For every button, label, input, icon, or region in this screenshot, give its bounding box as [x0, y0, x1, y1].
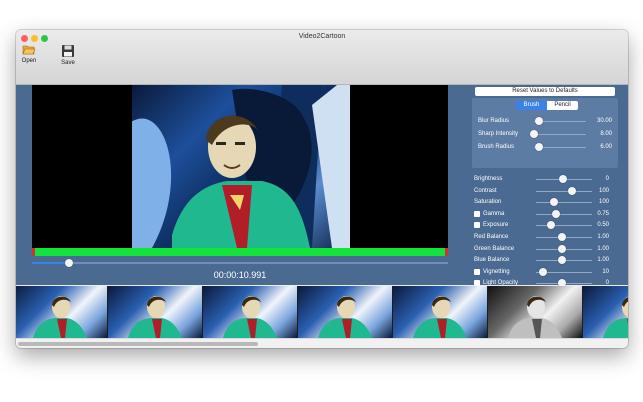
adjustment-checkbox[interactable] [474, 268, 480, 275]
setting-value: 6.00 [600, 144, 612, 150]
brush-settings-box: Brush Pencil Blur Radius 30.00 Sharp Inten… [472, 98, 618, 168]
adjustment-row: Vignetting 10 [474, 267, 624, 278]
open-button[interactable]: Open [16, 44, 42, 64]
adjustment-slider-knob[interactable] [552, 209, 561, 218]
brush-mode-segmented-control: Brush Pencil [516, 101, 578, 110]
editor-area: 00:00:10.991 Reset Values to Defaults Br… [16, 85, 628, 288]
open-label: Open [21, 58, 37, 64]
adjustment-label: Blue Balance [474, 257, 510, 264]
adjustment-label: Green Balance [474, 245, 515, 252]
brush-setting-row: Sharp Intensity 8.00 [478, 129, 614, 140]
progress-bar [32, 248, 448, 256]
frame-thumbnail-image [223, 296, 277, 338]
adjustment-value: 100 [598, 199, 609, 206]
filmstrip[interactable] [16, 286, 628, 338]
frame-thumbnail-image [508, 296, 562, 338]
setting-value: 8.00 [600, 131, 612, 137]
playback-slider[interactable] [32, 259, 448, 267]
adjustment-slider-knob[interactable] [568, 186, 577, 195]
adjustment-value: 10 [602, 268, 609, 275]
adjustment-slider-knob[interactable] [546, 221, 555, 230]
filmstrip-frame[interactable] [298, 286, 392, 338]
playback-slider-fill [32, 262, 70, 264]
adjustment-value: 1.00 [597, 257, 609, 264]
settings-panel: Reset Values to Defaults Brush Pencil Bl… [468, 85, 628, 288]
brush-setting-row: Brush Radius 6.00 [478, 142, 614, 153]
folder-icon [22, 45, 36, 55]
app-window: Video2Cartoon Open Save 00:00:10.991 Res… [16, 30, 628, 348]
title-bar: Video2Cartoon Open Save [16, 30, 628, 85]
frame-thumbnail-image [603, 296, 628, 338]
filmstrip-frame[interactable] [393, 286, 487, 338]
video-preview [32, 85, 448, 248]
filmstrip-frame[interactable] [203, 286, 297, 338]
frame-thumbnail-image [128, 296, 182, 338]
playback-slider-knob[interactable] [65, 259, 74, 267]
setting-label: Brush Radius [478, 144, 515, 150]
tab-pencil[interactable]: Pencil [547, 101, 578, 110]
window-title: Video2Cartoon [298, 33, 346, 40]
setting-slider-knob[interactable] [530, 130, 538, 138]
filmstrip-scrollbar[interactable] [16, 338, 628, 348]
adjustment-value: 1.00 [597, 234, 609, 240]
filmstrip-frame[interactable] [488, 286, 582, 338]
adjustment-label: Brightness [474, 176, 503, 182]
timecode: 00:00:10.991 [213, 270, 267, 280]
adjustment-row: Exposure 0.50 [474, 220, 624, 231]
setting-slider-knob[interactable] [535, 117, 544, 125]
adjustment-checkbox[interactable] [474, 222, 480, 229]
adjustment-slider[interactable] [536, 213, 592, 215]
adjustment-checkbox[interactable] [474, 210, 480, 217]
filmstrip-frame[interactable] [583, 286, 628, 338]
setting-slider[interactable] [534, 134, 586, 135]
adjustment-label: Red Balance [474, 234, 509, 240]
setting-label: Blur Radius [478, 118, 510, 124]
adjustment-row: Blue Balance 1.00 [474, 255, 624, 266]
adjustment-slider[interactable] [536, 225, 592, 227]
tab-brush[interactable]: Brush [516, 101, 547, 110]
adjustment-value: 0.75 [597, 210, 609, 217]
brush-setting-row: Blur Radius 30.00 [478, 116, 614, 127]
adjustment-row: Contrast 100 [474, 186, 624, 197]
video-frame [132, 85, 350, 248]
adjustment-label: Vignetting [483, 268, 510, 275]
adjustment-slider-knob[interactable] [557, 233, 566, 241]
adjustment-label: Contrast [474, 187, 497, 194]
setting-label: Sharp Intensity [478, 131, 519, 137]
save-label: Save [61, 60, 75, 66]
adjustment-slider-knob[interactable] [557, 256, 566, 265]
frame-thumbnail-image [413, 296, 467, 338]
adjustment-label: Gamma [483, 210, 505, 217]
adjustment-row: Green Balance 1.00 [474, 244, 624, 255]
adjustment-slider[interactable] [536, 202, 592, 204]
adjustment-row: Brightness 0 [474, 174, 624, 185]
adjustment-value: 100 [598, 187, 609, 194]
frame-thumbnail-image [33, 296, 87, 338]
adjustment-slider-knob[interactable] [558, 175, 567, 183]
setting-slider-knob[interactable] [535, 143, 544, 151]
adjustment-row: Gamma 0.75 [474, 209, 624, 220]
adjustment-label: Exposure [483, 222, 509, 229]
adjustment-slider-knob[interactable] [549, 198, 558, 207]
reset-defaults-button[interactable]: Reset Values to Defaults [475, 87, 615, 96]
cartoon-person-image [132, 85, 350, 248]
progress-end-marker [445, 248, 448, 256]
adjustment-value: 0.50 [597, 222, 609, 229]
setting-value: 30.00 [596, 118, 612, 124]
save-button[interactable]: Save [55, 44, 81, 66]
filmstrip-frame[interactable] [16, 286, 107, 338]
adjustment-slider-knob[interactable] [538, 267, 547, 276]
filmstrip-scroll-thumb[interactable] [18, 342, 258, 346]
progress-start-marker [32, 248, 35, 256]
adjustment-value: 1.00 [597, 245, 609, 252]
adjustment-value: 0 [605, 176, 609, 182]
adjustment-slider-knob[interactable] [557, 244, 566, 253]
floppy-disk-icon [62, 45, 74, 57]
filmstrip-frame[interactable] [108, 286, 202, 338]
frame-thumbnail-image [318, 296, 372, 338]
adjustment-label: Saturation [474, 199, 502, 206]
adjustment-row: Saturation 100 [474, 197, 624, 208]
adjustment-slider[interactable] [536, 190, 592, 192]
adjustment-row: Red Balance 1.00 [474, 232, 624, 243]
